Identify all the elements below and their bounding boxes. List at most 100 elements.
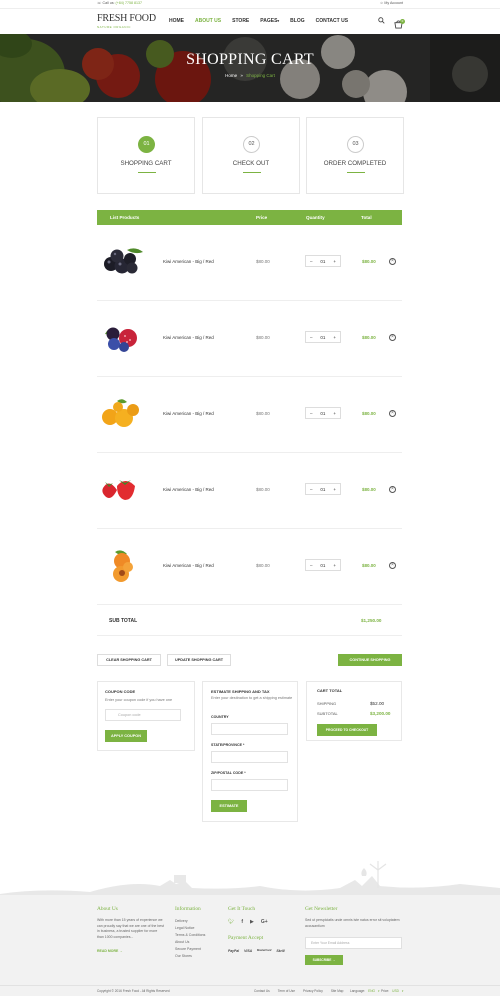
arrow-right-icon: → <box>119 949 123 953</box>
nav-pages[interactable]: PAGES▾ <box>260 18 279 24</box>
state-label: STATE/PROVINCE * <box>211 743 245 747</box>
step-underline <box>138 172 156 173</box>
step-underline <box>243 172 261 173</box>
nav-about-us[interactable]: ABOUT US <box>195 18 221 24</box>
nav-contact-us[interactable]: CONTACT US <box>316 18 348 24</box>
twitter-icon[interactable]: 🐦︎ <box>228 919 234 925</box>
quantity-value[interactable]: 01 <box>320 411 325 416</box>
nav-store[interactable]: STORE <box>232 18 249 24</box>
language-value: ENG <box>368 989 375 993</box>
country-select[interactable] <box>211 723 288 735</box>
nav-home[interactable]: HOME <box>169 18 184 24</box>
product-price: $80.00 <box>256 411 270 416</box>
shipping-value: $52.00 <box>370 701 385 706</box>
product-name[interactable]: Kiwi American - Big / Red <box>163 563 214 568</box>
cart-subtotal: SUB TOTAL $1,250.00 <box>97 604 402 636</box>
bottom-link-contact[interactable]: Contact Us <box>254 989 270 993</box>
plus-icon[interactable]: + <box>333 335 336 340</box>
zip-input[interactable] <box>211 779 288 791</box>
quantity-stepper: – 01 + <box>305 331 341 343</box>
facebook-icon[interactable]: f <box>241 919 243 925</box>
step-label: CHECK OUT <box>232 160 270 167</box>
product-name[interactable]: Kiwi American - Big / Red <box>163 335 214 340</box>
footer-link-payment[interactable]: Secure Payment <box>175 946 205 953</box>
estimate-button[interactable]: ESTIMATE <box>211 800 247 812</box>
quantity-value[interactable]: 01 <box>320 563 325 568</box>
step-number: 02 <box>243 136 260 153</box>
plus-icon[interactable]: + <box>333 259 336 264</box>
newsletter-email-input[interactable]: Enter Your Email Address <box>305 937 402 949</box>
product-total: $80.00 <box>362 411 376 416</box>
proceed-checkout-button[interactable]: PROCEED TO CHECKOUT <box>317 724 377 736</box>
subscribe-button[interactable]: SUBSCRIBE → <box>305 955 343 965</box>
footer-link-delivery[interactable]: Delivery <box>175 918 205 925</box>
language-label: Language: <box>350 989 366 993</box>
minus-icon[interactable]: – <box>310 563 313 568</box>
my-account-link[interactable]: ☺ My Account <box>380 1 403 5</box>
minus-icon[interactable]: – <box>310 259 313 264</box>
update-cart-button[interactable]: UPDATE SHOPPING CART <box>167 654 231 666</box>
apply-coupon-button[interactable]: APPLY COUPON <box>105 730 147 742</box>
subtotal-value: $1,250.00 <box>361 618 382 623</box>
quantity-value[interactable]: 01 <box>320 487 325 492</box>
product-name[interactable]: Kiwi American - Big / Red <box>163 487 214 492</box>
youtube-icon[interactable]: ▶ <box>250 919 254 925</box>
cart-count-badge: 0 <box>400 19 405 24</box>
search-icon[interactable] <box>378 17 385 24</box>
product-total: $80.00 <box>362 487 376 492</box>
continue-shopping-button[interactable]: CONTINUE SHOPPING <box>338 654 402 666</box>
breadcrumb-home[interactable]: Home <box>225 73 237 78</box>
breadcrumb-separator: » <box>240 73 243 78</box>
footer-link-stores[interactable]: Our Stores <box>175 953 205 960</box>
remove-icon[interactable]: × <box>389 486 396 493</box>
minus-icon[interactable]: – <box>310 411 313 416</box>
currency-selector[interactable]: Price: USD ▾ <box>381 989 404 993</box>
nav-blog[interactable]: BLOG <box>290 18 304 24</box>
user-icon: ☺ <box>379 1 384 5</box>
blackcurrant-image <box>104 248 143 274</box>
footer-link-legal[interactable]: Legal Notice <box>175 925 205 932</box>
product-price: $80.00 <box>256 487 270 492</box>
phone-number[interactable]: (+84) 7758 8137 <box>115 1 141 5</box>
remove-icon[interactable]: × <box>389 410 396 417</box>
estimate-title: ESTIMATE SHIPPING AND TAX <box>211 689 270 694</box>
cart-total-panel: CART TOTAL SHIPPING $52.00 SUBTOTAL $3,2… <box>306 681 402 741</box>
minus-icon[interactable]: – <box>310 487 313 492</box>
peaches-image <box>113 550 133 582</box>
minus-icon[interactable]: – <box>310 335 313 340</box>
remove-icon[interactable]: × <box>389 258 396 265</box>
cart-table-header: List Products Price Quantity Total <box>97 210 402 225</box>
coupon-input[interactable]: Coupon code <box>105 709 181 721</box>
bottom-link-privacy[interactable]: Privacy Policy <box>303 989 323 993</box>
cart-button[interactable]: 0 <box>394 16 405 29</box>
product-name[interactable]: Kiwi American - Big / Red <box>163 259 214 264</box>
product-name[interactable]: Kiwi American - Big / Red <box>163 411 214 416</box>
remove-icon[interactable]: × <box>389 562 396 569</box>
zip-label: ZIP/POSTAL CODE * <box>211 771 246 775</box>
quantity-stepper: – 01 + <box>305 559 341 571</box>
bottom-link-terms[interactable]: Term of Use <box>278 989 295 993</box>
cart-row: Kiwi American - Big / Red $80.00 – 01 + … <box>97 226 402 301</box>
price-label: Price: <box>381 989 390 993</box>
bottom-link-sitemap[interactable]: Site Map <box>331 989 344 993</box>
step-number: 01 <box>138 136 155 153</box>
quantity-value[interactable]: 01 <box>320 259 325 264</box>
plus-icon[interactable]: + <box>333 411 336 416</box>
footer-link-about[interactable]: About Us <box>175 939 205 946</box>
footer-link-terms[interactable]: Terms & Conditions <box>175 932 205 939</box>
state-input[interactable] <box>211 751 288 763</box>
footer-about-text: With more than 15 years of experience we… <box>97 918 164 939</box>
language-selector[interactable]: Language: ENG ▾ <box>350 989 380 993</box>
payment-logos: PayPal VISA MasterCard Skrill <box>228 949 285 953</box>
subscribe-label: SUBSCRIBE <box>312 958 332 962</box>
clear-cart-button[interactable]: CLEAR SHOPPING CART <box>97 654 161 666</box>
plus-icon[interactable]: + <box>333 487 336 492</box>
remove-icon[interactable]: × <box>389 334 396 341</box>
plus-icon[interactable]: + <box>333 563 336 568</box>
cart-row: Kiwi American - Big / Red $80.00 – 01 + … <box>97 378 402 453</box>
read-more-link[interactable]: READ MORE → <box>97 949 123 955</box>
site-footer: About Us With more than 15 years of expe… <box>0 895 500 996</box>
quantity-value[interactable]: 01 <box>320 335 325 340</box>
logo[interactable]: FRESH FOOD <box>97 13 156 24</box>
google-plus-icon[interactable]: G+ <box>261 919 268 925</box>
